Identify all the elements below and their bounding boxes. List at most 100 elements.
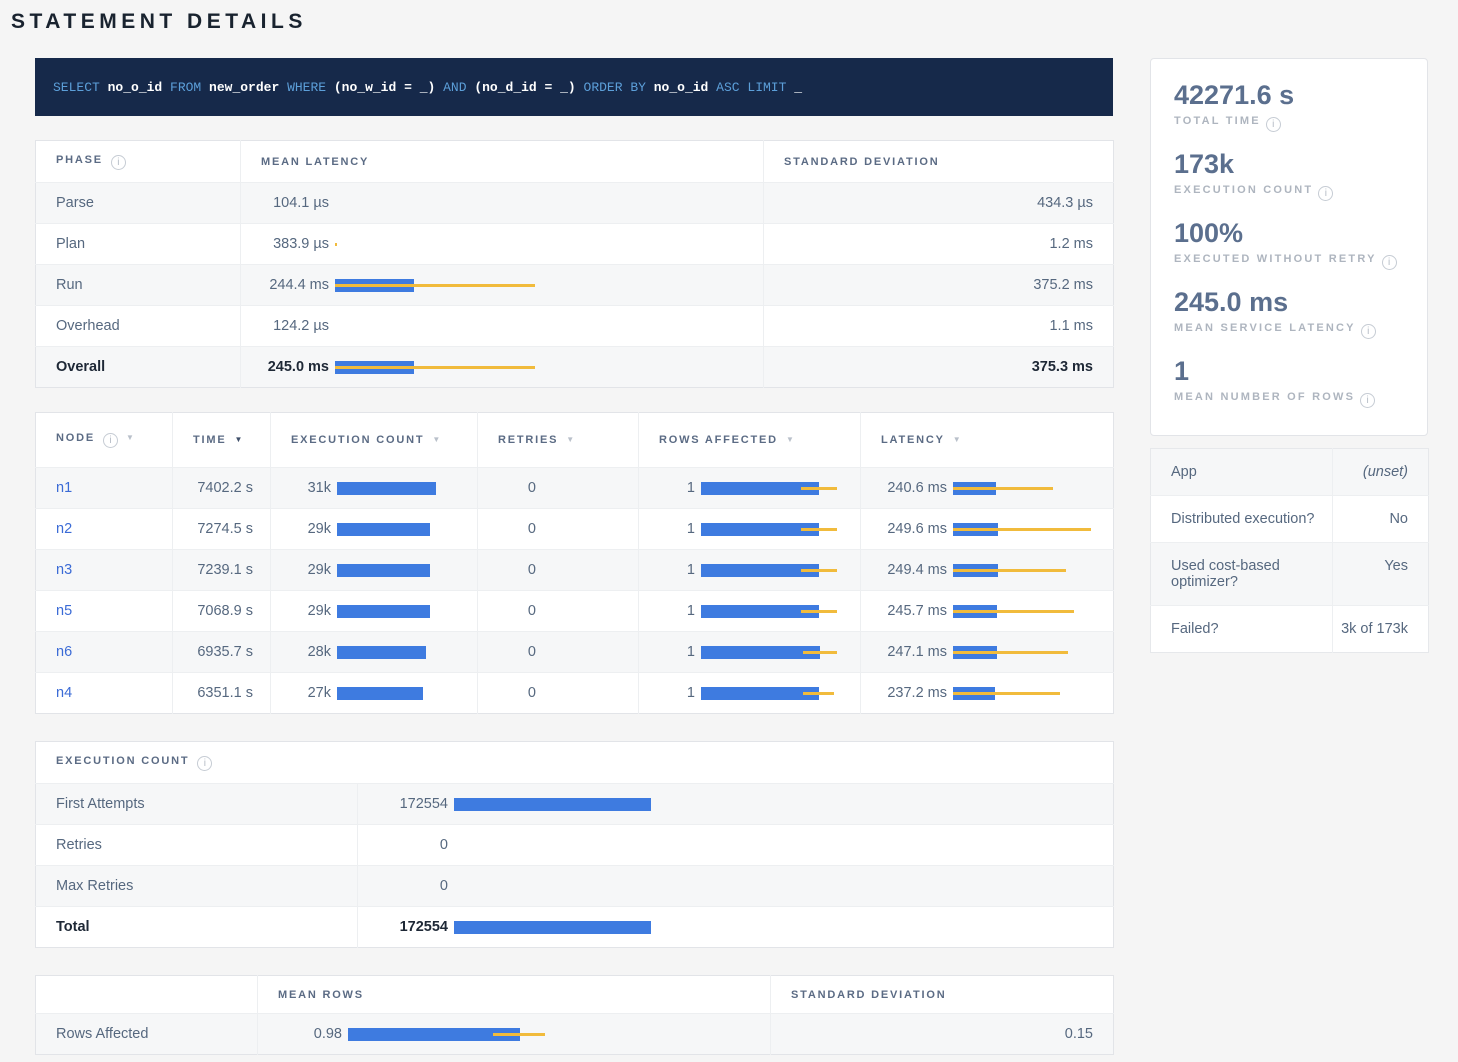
phase-row: Overall245.0 ms375.3 ms	[36, 347, 1114, 388]
mean-bar	[454, 921, 651, 934]
rows-affected-cell: 1	[639, 468, 860, 508]
standard-deviation-column-header: STANDARD DEVIATION	[764, 141, 1114, 183]
phase-row: Overhead124.2 µs1.1 ms	[36, 306, 1114, 347]
node-cell: n3	[36, 550, 173, 591]
sort-arrow-icon: ▼	[953, 435, 963, 444]
stddev-bar	[801, 610, 837, 613]
latency-cell: 249.4 ms	[861, 550, 1113, 590]
mean-bar	[337, 605, 430, 618]
rows-affected-value: 1	[643, 644, 695, 660]
stddev-bar	[953, 569, 1066, 572]
mean-rows-cell: 0.98	[258, 1014, 770, 1054]
execution-count-label: Retries	[36, 825, 358, 866]
latency-column-header[interactable]: LATENCY▼	[861, 413, 1114, 468]
latency-cell: 237.2 ms	[861, 673, 1113, 713]
execution-count-column-header[interactable]: EXECUTION COUNT▼	[271, 413, 478, 468]
mean-latency-bar	[335, 361, 763, 374]
phase-row: Parse104.1 µs434.3 µs	[36, 183, 1114, 224]
retries-value: 0	[478, 632, 639, 673]
retries-value: 0	[478, 550, 639, 591]
retries-value: 0	[478, 673, 639, 714]
sql-token-kw: WHERE	[287, 80, 334, 95]
time-value: 7068.9 s	[173, 591, 271, 632]
execution-count: 29k	[271, 550, 478, 591]
execution-count-table: EXECUTION COUNTi First Attempts172554Ret…	[35, 741, 1114, 948]
node-link[interactable]: n1	[56, 480, 72, 496]
stddev-bar	[953, 528, 1091, 531]
execution-count-value: 29k	[275, 562, 331, 578]
node-table: NODEi▼ TIME▼ EXECUTION COUNT▼ RETRIES▼ R…	[35, 412, 1114, 714]
node-cell: n4	[36, 673, 173, 714]
stddev-bar	[953, 487, 1053, 490]
execution-count-label: Total	[36, 907, 358, 948]
sort-arrow-icon: ▼	[432, 435, 442, 444]
retries-value: 0	[478, 468, 639, 509]
phase-column-header: PHASEi	[36, 141, 241, 183]
execution-count-value: 0	[358, 866, 1114, 907]
latency-bar	[953, 646, 1113, 659]
retries-column-header[interactable]: RETRIES▼	[478, 413, 639, 468]
execution-count-value: 0	[362, 878, 448, 894]
rows-affected-bar	[701, 687, 860, 700]
execution-count-value: 172554	[358, 784, 1114, 825]
node-link[interactable]: n5	[56, 603, 72, 619]
sql-query-bar: SELECT no_o_id FROM new_order WHERE (no_…	[35, 58, 1113, 116]
rows-affected-value: 1	[643, 562, 695, 578]
rows-affected-bar	[701, 605, 860, 618]
mean-latency-column-header: MEAN LATENCY	[241, 141, 764, 183]
retries-count: 0	[482, 480, 536, 496]
latency-bar	[953, 687, 1113, 700]
execution-count: 27k	[271, 673, 478, 714]
execution-count-label: First Attempts	[36, 784, 358, 825]
rows-affected-value: 1	[643, 603, 695, 619]
latency: 249.6 ms	[861, 509, 1114, 550]
execution-count: 29k	[271, 509, 478, 550]
execution-count: 28k	[271, 632, 478, 673]
node-link[interactable]: n6	[56, 644, 72, 660]
rows-affected-bar	[701, 482, 860, 495]
execution-count-cell: 29k	[271, 591, 477, 631]
execution-count-bar	[337, 564, 477, 577]
execution-count-bar	[337, 646, 477, 659]
rows-affected-cell: 1	[639, 550, 860, 590]
property-value: Yes	[1333, 543, 1429, 606]
mean-latency: 104.1 µs	[241, 183, 764, 224]
info-icon[interactable]: i	[1360, 393, 1375, 408]
mean-latency-bar	[335, 238, 763, 251]
info-icon[interactable]: i	[111, 155, 126, 170]
node-column-header[interactable]: NODEi▼	[36, 413, 173, 468]
node-row: n66935.7 s28k01247.1 ms	[36, 632, 1114, 673]
stddev-bar	[335, 366, 535, 369]
node-link[interactable]: n4	[56, 685, 72, 701]
mean-latency-cell: 245.0 ms	[241, 347, 763, 387]
node-cell: n6	[36, 632, 173, 673]
execution-count-row: First Attempts172554	[36, 784, 1114, 825]
rows-affected-label: Rows Affected	[36, 1014, 258, 1055]
mean-latency-bar	[335, 320, 763, 333]
info-icon[interactable]: i	[1382, 255, 1397, 270]
execution-count-value: 27k	[275, 685, 331, 701]
execution-count-value: 29k	[275, 603, 331, 619]
info-icon[interactable]: i	[1266, 117, 1281, 132]
info-icon[interactable]: i	[197, 756, 212, 771]
phase-row: Plan383.9 µs1.2 ms	[36, 224, 1114, 265]
time-value: 7274.5 s	[173, 509, 271, 550]
stddev-bar	[335, 284, 535, 287]
info-icon[interactable]: i	[1318, 186, 1333, 201]
info-icon[interactable]: i	[103, 433, 118, 448]
stddev-bar	[801, 487, 837, 490]
latency-value: 247.1 ms	[865, 644, 947, 660]
properties-card: App (unset) Distributed execution? No Us…	[1150, 448, 1428, 653]
info-icon[interactable]: i	[1361, 324, 1376, 339]
node-link[interactable]: n2	[56, 521, 72, 537]
rows-affected: 1	[639, 632, 861, 673]
rows-affected-column-header[interactable]: ROWS AFFECTED▼	[639, 413, 861, 468]
time-column-header[interactable]: TIME▼	[173, 413, 271, 468]
node-link[interactable]: n3	[56, 562, 72, 578]
stddev-bar	[335, 243, 337, 246]
retries-value: 0	[478, 591, 639, 632]
mean-latency-value: 124.2 µs	[245, 318, 329, 334]
execution-count-value: 0	[362, 837, 448, 853]
retries-count: 0	[482, 685, 536, 701]
rows-affected: 1	[639, 673, 861, 714]
